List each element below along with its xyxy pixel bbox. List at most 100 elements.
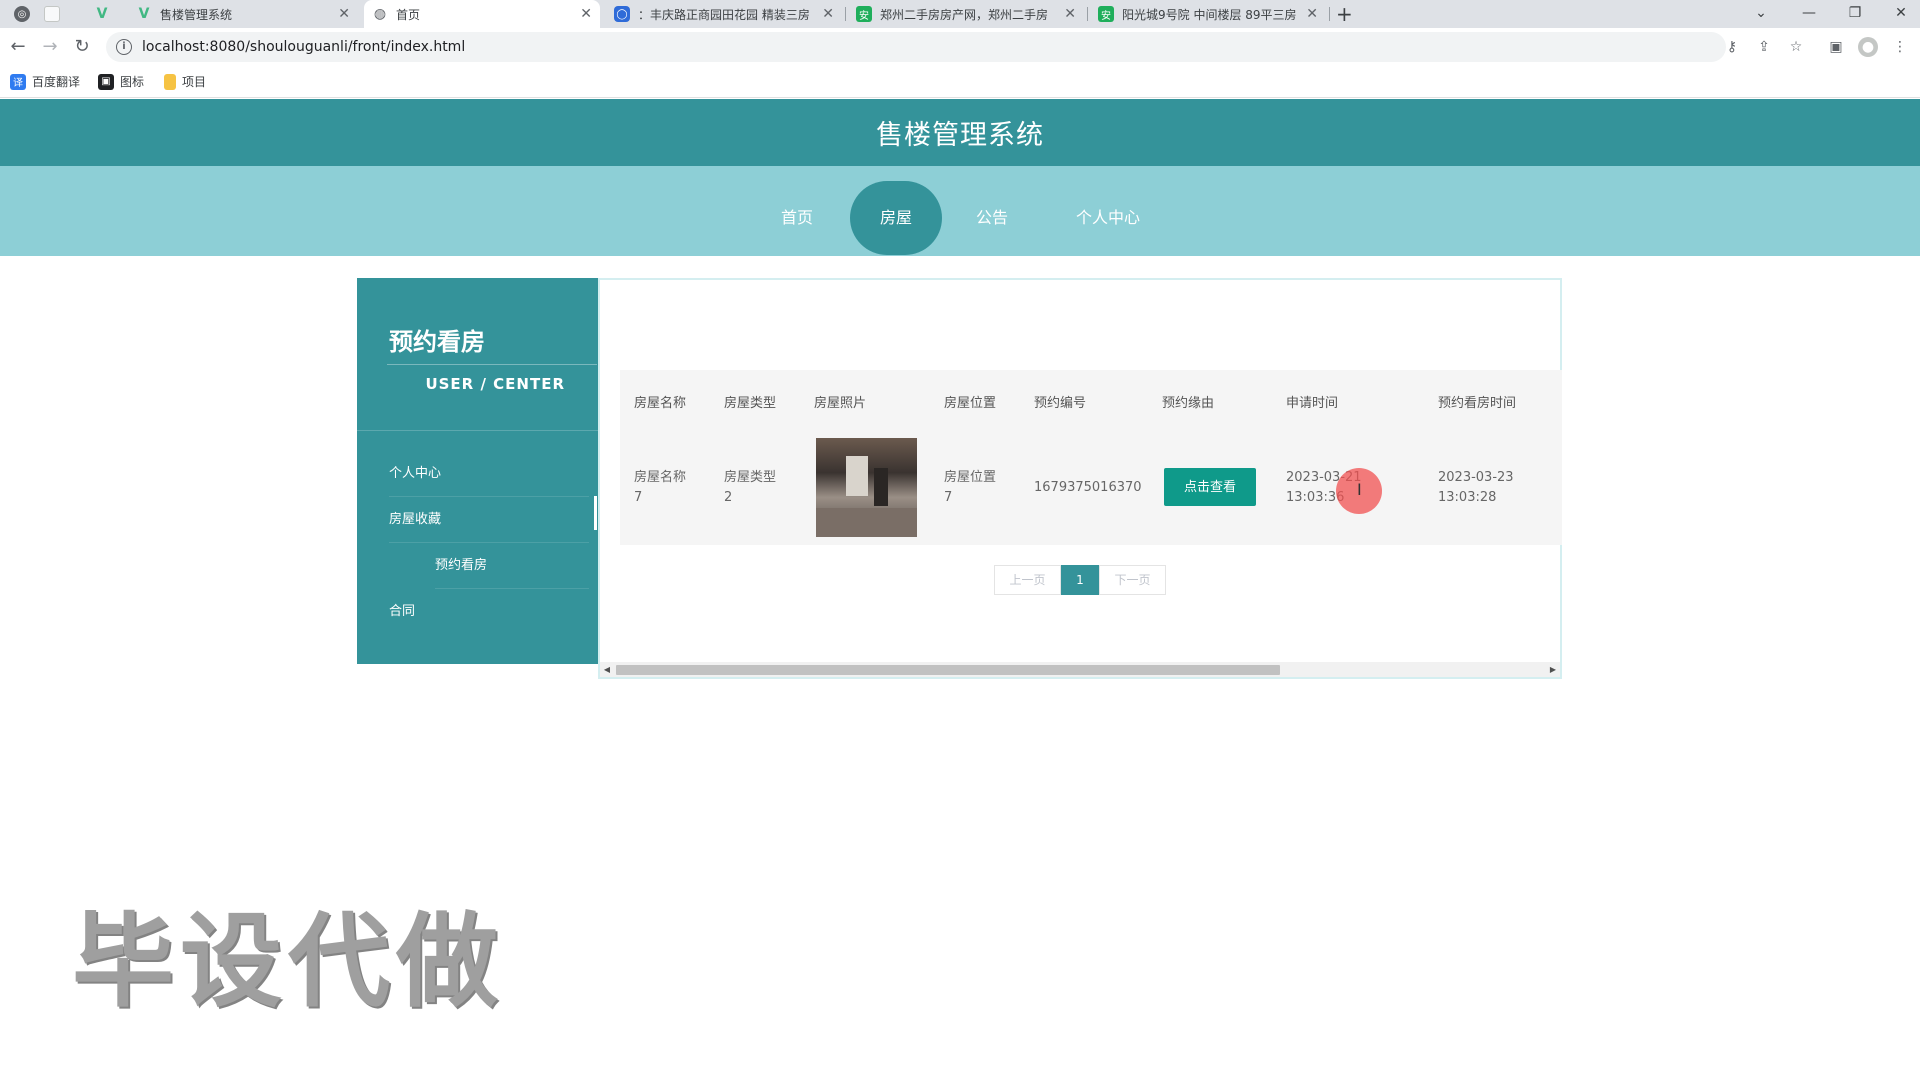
sidebar-title: 预约看房 xyxy=(389,328,485,356)
translate-icon: 译 xyxy=(10,73,26,90)
cell-line: 房屋类型 xyxy=(724,470,777,485)
new-tab-icon[interactable]: + xyxy=(1336,2,1353,26)
cell-line: 2 xyxy=(724,490,733,505)
profile-icon[interactable]: ● xyxy=(1858,37,1878,57)
col-header: 申请时间 xyxy=(1286,396,1339,411)
booking-table: 房屋名称 房屋类型 房屋照片 房屋位置 预约编号 预约缘由 申请时间 预约看房时… xyxy=(620,370,1562,545)
cell-line: 房屋名称 xyxy=(634,470,687,485)
bookmark-item[interactable]: 译 百度翻译 xyxy=(10,73,80,90)
reload-icon[interactable]: ↻ xyxy=(70,35,94,59)
bookmark-item[interactable]: 项目 xyxy=(164,73,206,90)
nav-home[interactable]: 首页 xyxy=(766,181,828,255)
tab-listing-1[interactable]: ◯ ：丰庆路正商园田花园 精装三房 ✕ xyxy=(606,0,842,28)
nav-houses[interactable]: 房屋 xyxy=(850,181,942,255)
close-icon[interactable]: ✕ xyxy=(1306,6,1318,22)
tab-home[interactable]: ◍ 首页 ✕ xyxy=(364,0,600,28)
more-menu-icon[interactable]: ⋮ xyxy=(1890,37,1910,57)
col-header: 房屋位置 xyxy=(944,396,997,411)
col-header: 预约看房时间 xyxy=(1438,396,1517,411)
sidebar-subtitle: USER / CENTER xyxy=(387,364,597,393)
key-icon[interactable]: ⚷ xyxy=(1722,37,1742,57)
chrome-menu-icon[interactable]: ◎ xyxy=(14,6,30,22)
house-photo[interactable] xyxy=(816,438,917,537)
sidebar-item-contract[interactable]: 合同 xyxy=(389,589,589,635)
bookmark-star-icon[interactable]: ☆ xyxy=(1786,37,1806,57)
nav-notices[interactable]: 公告 xyxy=(962,181,1022,255)
col-header: 房屋类型 xyxy=(724,396,777,411)
bookmark-label: 百度翻译 xyxy=(32,75,81,89)
cell-house-location: 房屋位置 7 xyxy=(944,468,996,508)
prev-page-button[interactable]: 上一页 xyxy=(994,565,1061,595)
side-panel-icon[interactable]: ▣ xyxy=(1826,37,1846,57)
cell-line: 2023-03-23 xyxy=(1438,470,1514,485)
bookmark-label: 项目 xyxy=(182,75,207,89)
scrollbar-thumb[interactable] xyxy=(616,665,1280,675)
forward-icon[interactable]: → xyxy=(38,35,62,59)
blank-tab-icon[interactable] xyxy=(44,6,60,22)
tab-title: 首页 xyxy=(396,7,421,22)
anjuke-icon: 安 xyxy=(856,6,872,22)
site-header: 售楼管理系统 xyxy=(0,99,1920,166)
tab-separator xyxy=(1329,7,1330,21)
globe-icon: ◍ xyxy=(373,6,387,22)
cell-booking-no: 1679375016370 xyxy=(1034,480,1142,495)
main-nav: 首页 房屋 公告 个人中心 xyxy=(0,166,1920,256)
url-text[interactable]: localhost:8080/shoulouguanli/front/index… xyxy=(142,39,465,55)
close-icon[interactable]: ✕ xyxy=(1064,6,1076,22)
page-number-button[interactable]: 1 xyxy=(1061,565,1099,595)
bookmarks-bar: 译 百度翻译 ▣ 图标 项目 xyxy=(0,66,1920,98)
close-icon[interactable]: ✕ xyxy=(580,6,592,22)
site-title: 售楼管理系统 xyxy=(876,120,1044,151)
tab-title: 郑州二手房房产网，郑州二手房 xyxy=(880,7,1049,22)
restore-icon[interactable]: ❐ xyxy=(1838,0,1872,28)
share-icon[interactable]: ⇪ xyxy=(1754,37,1774,57)
sidebar-item-viewing[interactable]: 预约看房 xyxy=(435,543,589,589)
sidebar-item-user-center[interactable]: 个人中心 xyxy=(389,451,589,497)
sidebar-item-favorites[interactable]: 房屋收藏 xyxy=(389,497,589,543)
close-icon[interactable]: ✕ xyxy=(822,6,834,22)
horizontal-scrollbar[interactable]: ◀ ▶ xyxy=(600,662,1560,677)
bookmark-label: 图标 xyxy=(120,75,145,89)
col-header: 预约缘由 xyxy=(1162,396,1215,411)
view-reason-button[interactable]: 点击查看 xyxy=(1164,468,1256,506)
photo-detail xyxy=(816,508,917,537)
col-header: 预约编号 xyxy=(1034,396,1087,411)
text-cursor-icon: I xyxy=(1357,480,1362,499)
tab-shoulou[interactable]: V 售楼管理系统 ✕ xyxy=(128,0,358,28)
scroll-right-icon[interactable]: ▶ xyxy=(1546,662,1560,677)
image-icon: ▣ xyxy=(98,73,114,90)
tab-separator xyxy=(845,7,846,21)
window-close-icon[interactable]: ✕ xyxy=(1884,0,1918,28)
url-bar[interactable]: i localhost:8080/shoulouguanli/front/ind… xyxy=(106,32,1726,62)
pagination: 上一页 1 下一页 xyxy=(994,565,1166,595)
info-icon[interactable]: i xyxy=(116,39,132,55)
content-panel: 房屋名称 房屋类型 房屋照片 房屋位置 预约编号 预约缘由 申请时间 预约看房时… xyxy=(598,278,1562,679)
tab-title: ：丰庆路正商园田花园 精装三房 xyxy=(638,7,810,22)
bookmark-item[interactable]: ▣ 图标 xyxy=(98,73,144,90)
cell-visit-time: 2023-03-23 13:03:28 xyxy=(1438,468,1514,508)
next-page-button[interactable]: 下一页 xyxy=(1099,565,1166,595)
cell-line: 房屋位置 xyxy=(944,470,997,485)
tab-search-icon[interactable]: ⌄ xyxy=(1744,0,1778,28)
tab-title: 售楼管理系统 xyxy=(160,7,233,22)
vue-icon[interactable]: V xyxy=(94,6,110,22)
tab-listing-3[interactable]: 安 阳光城9号院 中间楼层 89平三房 ✕ xyxy=(1090,0,1326,28)
user-sidebar: 预约看房 USER / CENTER 个人中心 房屋收藏 预约看房 合同 xyxy=(357,278,598,664)
cell-house-type: 房屋类型 2 xyxy=(724,468,776,508)
circle-app-icon: ◯ xyxy=(614,6,630,22)
back-icon[interactable]: ← xyxy=(6,35,30,59)
address-toolbar: ← → ↻ i localhost:8080/shoulouguanli/fro… xyxy=(0,28,1920,66)
tab-separator xyxy=(1087,7,1088,21)
anjuke-icon: 安 xyxy=(1098,6,1114,22)
tab-listing-2[interactable]: 安 郑州二手房房产网，郑州二手房 ✕ xyxy=(848,0,1084,28)
tab-title: 阳光城9号院 中间楼层 89平三房 xyxy=(1122,7,1297,22)
minimize-icon[interactable]: — xyxy=(1792,0,1826,28)
cell-line: 7 xyxy=(634,490,643,505)
watermark: 毕设代做 xyxy=(72,903,504,1022)
folder-icon xyxy=(164,73,176,90)
nav-user-center[interactable]: 个人中心 xyxy=(1066,181,1150,255)
close-icon[interactable]: ✕ xyxy=(338,6,350,22)
scroll-left-icon[interactable]: ◀ xyxy=(600,662,614,677)
cell-line: 7 xyxy=(944,490,953,505)
cell-house-name: 房屋名称 7 xyxy=(634,468,686,508)
